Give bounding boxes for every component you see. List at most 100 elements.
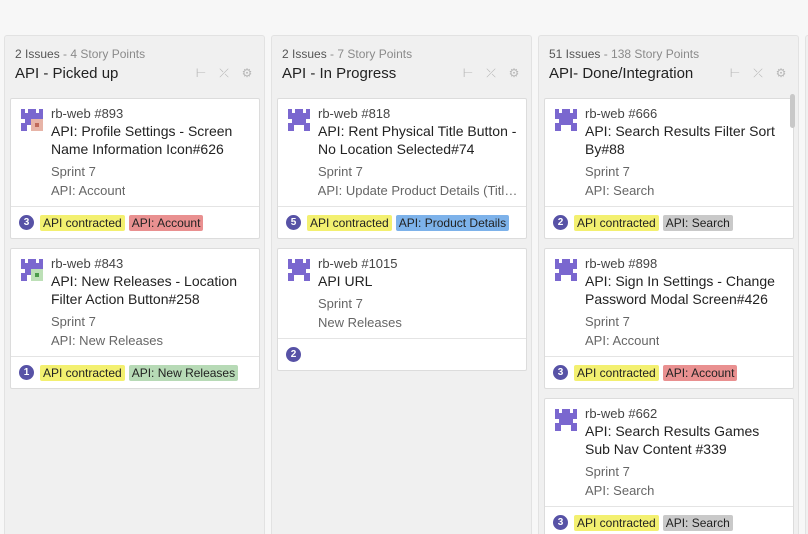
label-api-product-details[interactable]: API: Product Details — [395, 214, 510, 231]
issue-count: 2 Issues — [15, 47, 60, 61]
card-body: rb-web #893 API: Profile Settings - Scre… — [11, 99, 259, 206]
points-badge: 3 — [19, 215, 34, 230]
issue-card[interactable]: rb-web #666 API: Search Results Filter S… — [544, 98, 794, 239]
expand-icon[interactable]: ⤫ — [484, 66, 498, 80]
sprint-name[interactable]: Sprint 7 — [585, 312, 630, 331]
issue-repo[interactable]: rb-web #818 — [318, 106, 518, 122]
card-footer: 3 API contracted API: Account — [11, 206, 259, 238]
label-api-account[interactable]: API: Account — [128, 214, 204, 231]
issue-repo[interactable]: rb-web #843 — [51, 256, 251, 272]
card-footer: 1 API contracted API: New Releases — [11, 356, 259, 388]
collapse-icon[interactable]: ⊢ — [461, 66, 475, 80]
issue-repo[interactable]: rb-web #898 — [585, 256, 785, 272]
issue-title[interactable]: API: Profile Settings - Screen Name Info… — [51, 122, 251, 158]
column-header: 2 Issues - 4 Story Points API - Picked u… — [5, 36, 264, 92]
sprint-name[interactable]: Sprint 7 — [51, 312, 96, 331]
sprint-row: ⊤Sprint 7 — [51, 312, 251, 331]
epic-name[interactable]: API: Account — [585, 331, 659, 350]
column-actions: ⊢ ⤫ ⚙ — [194, 66, 254, 80]
issue-card[interactable]: rb-web #818 API: Rent Physical Title But… — [277, 98, 527, 239]
issue-title[interactable]: API: Search Results Filter Sort By#88 — [585, 122, 785, 158]
epic-row: ▯API: Search — [585, 181, 785, 200]
issue-card[interactable]: rb-web #843 API: New Releases - Location… — [10, 248, 260, 389]
label-api-contracted[interactable]: API contracted — [574, 214, 659, 231]
gear-icon[interactable]: ⚙ — [240, 66, 254, 80]
epic-name[interactable]: API: Search — [585, 181, 654, 200]
epic-name[interactable]: API: Update Product Details (Title... — [318, 181, 518, 200]
story-points: 138 Story Points — [611, 47, 700, 61]
card-footer: 5 API contracted API: Product Details — [278, 206, 526, 238]
sprint-row: ⊤Sprint 7 — [318, 294, 518, 313]
issue-title[interactable]: API: Rent Physical Title Button - No Loc… — [318, 122, 518, 158]
label-api-contracted[interactable]: API contracted — [307, 214, 392, 231]
collapse-icon[interactable]: ⊢ — [194, 66, 208, 80]
avatar — [286, 257, 312, 283]
issue-count: 51 Issues — [549, 47, 601, 61]
epic-name[interactable]: New Releases — [318, 313, 402, 332]
story-points: 7 Story Points — [337, 47, 413, 61]
sprint-name[interactable]: Sprint 7 — [585, 462, 630, 481]
column-picked-up: 2 Issues - 4 Story Points API - Picked u… — [4, 35, 265, 534]
card-body: rb-web #898 API: Sign In Settings - Chan… — [545, 249, 793, 356]
sprint-name[interactable]: Sprint 7 — [318, 162, 363, 181]
expand-icon[interactable]: ⤫ — [751, 66, 765, 80]
label-api-contracted[interactable]: API contracted — [574, 514, 659, 531]
issue-repo[interactable]: rb-web #666 — [585, 106, 785, 122]
points-badge: 2 — [286, 347, 301, 362]
issue-title[interactable]: API: Search Results Games Sub Nav Conten… — [585, 422, 785, 458]
column-actions: ⊢ ⤫ ⚙ — [728, 66, 788, 80]
card-body: rb-web #662 API: Search Results Games Su… — [545, 399, 793, 506]
issue-card[interactable]: rb-web #898 API: Sign In Settings - Chan… — [544, 248, 794, 389]
column-meta: 2 Issues - 7 Story Points — [282, 47, 413, 61]
issue-repo[interactable]: rb-web #662 — [585, 406, 785, 422]
column-actions: ⊢ ⤫ ⚙ — [461, 66, 521, 80]
label-api-search[interactable]: API: Search — [662, 214, 733, 231]
epic-name[interactable]: API: New Releases — [51, 331, 163, 350]
label-api-new-releases[interactable]: API: New Releases — [128, 364, 239, 381]
epic-row: ▯New Releases — [318, 313, 518, 332]
board: 2 Issues - 4 Story Points API - Picked u… — [0, 0, 808, 534]
issue-title[interactable]: API URL — [318, 272, 518, 290]
card-footer: 3 API contracted API: Search — [545, 506, 793, 534]
gear-icon[interactable]: ⚙ — [507, 66, 521, 80]
issue-repo[interactable]: rb-web #1015 — [318, 256, 518, 272]
sprint-row: ⊤Sprint 7 — [585, 162, 785, 181]
column-in-progress: 2 Issues - 7 Story Points API - In Progr… — [271, 35, 532, 534]
points-badge: 2 — [553, 215, 568, 230]
issue-title[interactable]: API: New Releases - Location Filter Acti… — [51, 272, 251, 308]
points-badge: 1 — [19, 365, 34, 380]
sprint-name[interactable]: Sprint 7 — [318, 294, 363, 313]
card-footer: 2 API contracted API: Search — [545, 206, 793, 238]
avatar — [553, 407, 579, 433]
issue-card[interactable]: rb-web #1015 API URL ⊤Sprint 7 ▯New Rele… — [277, 248, 527, 371]
epic-row: ▯API: Account — [585, 331, 785, 350]
issue-card[interactable]: rb-web #662 API: Search Results Games Su… — [544, 398, 794, 534]
label-api-contracted[interactable]: API contracted — [40, 364, 125, 381]
column-header: 51 Issues - 138 Story Points API- Done/I… — [539, 36, 798, 92]
column-done-integration: 51 Issues - 138 Story Points API- Done/I… — [538, 35, 799, 534]
label-api-search[interactable]: API: Search — [662, 514, 733, 531]
epic-name[interactable]: API: Search — [585, 481, 654, 500]
gear-icon[interactable]: ⚙ — [774, 66, 788, 80]
epic-name[interactable]: API: Account — [51, 181, 125, 200]
label-api-contracted[interactable]: API contracted — [40, 214, 125, 231]
column-meta: 2 Issues - 4 Story Points — [15, 47, 146, 61]
label-api-contracted[interactable]: API contracted — [574, 364, 659, 381]
column-scrollbar[interactable] — [790, 94, 795, 128]
label-api-account[interactable]: API: Account — [662, 364, 738, 381]
issue-card[interactable]: rb-web #893 API: Profile Settings - Scre… — [10, 98, 260, 239]
collapse-icon[interactable]: ⊢ — [728, 66, 742, 80]
sprint-row: ⊤Sprint 7 — [585, 462, 785, 481]
issue-repo[interactable]: rb-web #893 — [51, 106, 251, 122]
epic-row: ▯API: New Releases — [51, 331, 251, 350]
card-footer: 3 API contracted API: Account — [545, 356, 793, 388]
card-footer: 2 — [278, 338, 526, 370]
avatar — [553, 257, 579, 283]
issue-title[interactable]: API: Sign In Settings - Change Password … — [585, 272, 785, 308]
sprint-name[interactable]: Sprint 7 — [585, 162, 630, 181]
card-body: rb-web #843 API: New Releases - Location… — [11, 249, 259, 356]
points-badge: 3 — [553, 365, 568, 380]
avatar — [19, 107, 45, 133]
sprint-name[interactable]: Sprint 7 — [51, 162, 96, 181]
expand-icon[interactable]: ⤫ — [217, 66, 231, 80]
